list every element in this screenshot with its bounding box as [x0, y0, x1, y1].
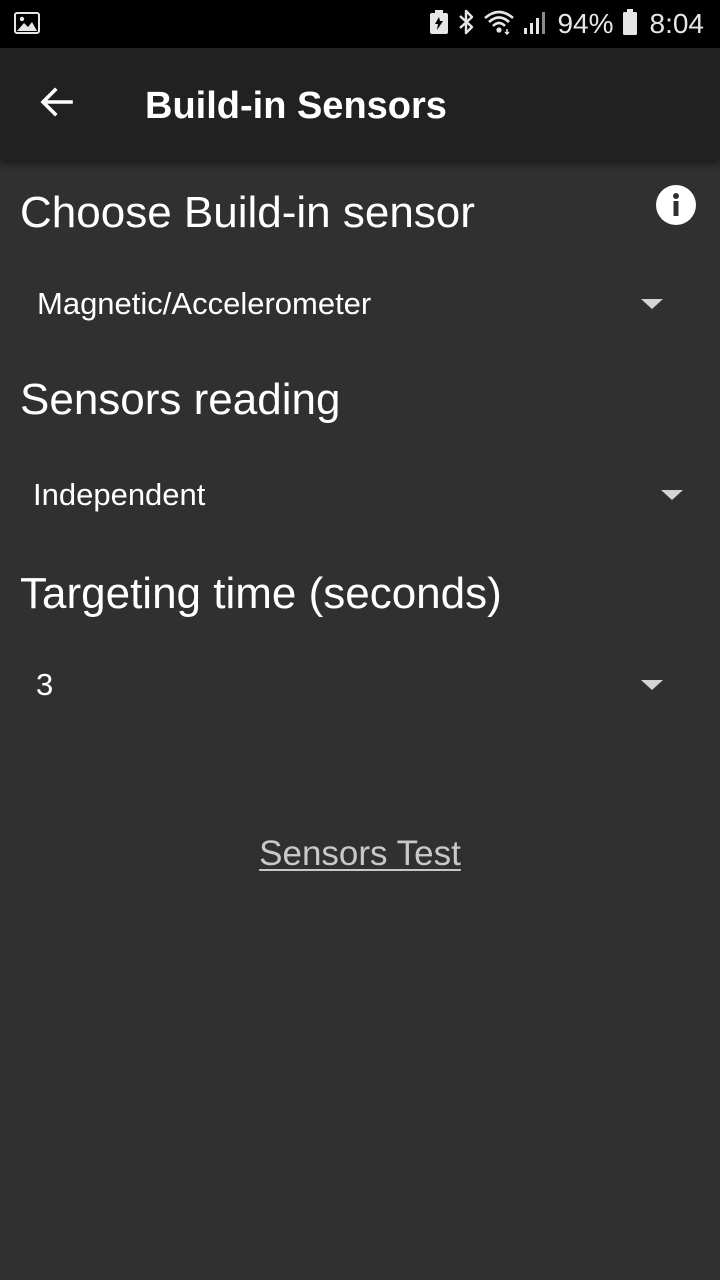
wifi-icon: [483, 9, 515, 40]
sensor-dropdown-value: Magnetic/Accelerometer: [37, 286, 372, 321]
chevron-down-icon: [641, 299, 663, 309]
battery-percent: 94%: [557, 8, 614, 39]
sensors-test-container: Sensors Test: [0, 834, 720, 874]
bluetooth-icon: [457, 8, 475, 41]
targeting-section-title: Targeting time (seconds): [20, 569, 502, 618]
gallery-icon: [14, 12, 40, 39]
clock: 8:04: [649, 8, 705, 39]
status-bar: 94% 8:04: [0, 0, 720, 48]
targeting-dropdown-value: 3: [36, 667, 54, 702]
page-title: Build-in Sensors: [145, 85, 447, 127]
arrow-back-icon: [38, 84, 74, 125]
back-button[interactable]: [28, 76, 84, 132]
sensor-dropdown[interactable]: Magnetic/Accelerometer: [0, 268, 720, 340]
chevron-down-icon: [661, 490, 683, 500]
sensors-test-link[interactable]: Sensors Test: [259, 834, 461, 873]
info-icon[interactable]: [655, 184, 697, 226]
chevron-down-icon: [641, 680, 663, 690]
app-bar: Build-in Sensors: [0, 48, 720, 160]
reading-section-title: Sensors reading: [20, 375, 341, 424]
battery-saver-icon: [429, 9, 449, 40]
reading-dropdown[interactable]: Independent: [0, 459, 720, 531]
battery-icon: [622, 8, 638, 41]
reading-dropdown-value: Independent: [33, 477, 206, 512]
sensor-section-title: Choose Build-in sensor: [20, 188, 475, 237]
targeting-dropdown[interactable]: 3: [0, 649, 720, 721]
signal-icon: [523, 9, 549, 40]
